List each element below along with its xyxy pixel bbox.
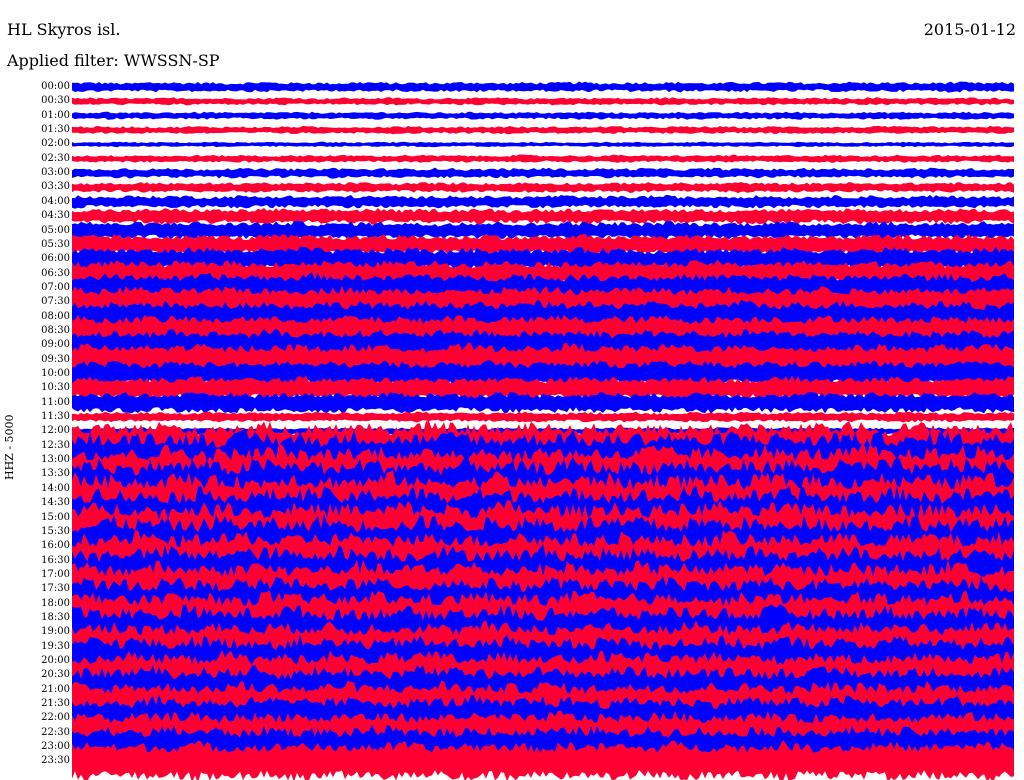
time-tick-label: 14:30 <box>41 497 70 509</box>
trace-line <box>72 411 1014 423</box>
time-tick-label: 04:30 <box>41 210 70 222</box>
time-tick-label: 17:00 <box>41 568 70 580</box>
time-tick-label: 08:30 <box>41 324 70 336</box>
time-tick-label: 06:00 <box>41 253 70 265</box>
time-tick-label: 01:30 <box>41 124 70 136</box>
time-tick-label: 02:00 <box>41 138 70 150</box>
trace-line <box>72 182 1014 194</box>
time-tick-label: 23:30 <box>41 755 70 767</box>
time-tick-label: 18:30 <box>41 611 70 623</box>
time-tick-label: 22:00 <box>41 712 70 724</box>
time-tick-label: 16:30 <box>41 554 70 566</box>
time-tick-label: 03:00 <box>41 167 70 179</box>
trace-line <box>72 194 1014 209</box>
time-tick-label: 19:30 <box>41 640 70 652</box>
time-tick-label: 05:30 <box>41 238 70 250</box>
time-tick-label: 17:30 <box>41 583 70 595</box>
time-tick-label: 12:00 <box>41 425 70 437</box>
time-tick-label: 21:30 <box>41 698 70 710</box>
time-tick-label: 00:30 <box>41 95 70 107</box>
time-tick-label: 22:30 <box>41 726 70 738</box>
time-tick-label: 10:00 <box>41 368 70 379</box>
time-tick-label: 11:00 <box>41 396 70 408</box>
time-tick-label: 03:30 <box>41 181 70 193</box>
trace-line <box>72 391 1014 414</box>
time-tick-label: 20:30 <box>41 669 70 681</box>
time-axis: 00:00 00:30 01:00 01:30 02:00 02:30 03:00 03:30… <box>0 0 70 780</box>
time-tick-label: 11:30 <box>41 411 70 423</box>
trace-line <box>72 97 1014 106</box>
time-tick-label: 14:00 <box>41 482 70 494</box>
trace-line <box>72 125 1014 135</box>
time-tick-label: 23:00 <box>41 741 70 753</box>
time-tick-label: 08:00 <box>41 310 70 322</box>
time-tick-label: 05:00 <box>41 224 70 236</box>
trace-line <box>72 154 1014 163</box>
time-tick-label: 06:30 <box>41 267 70 279</box>
time-tick-label: 19:00 <box>41 626 70 638</box>
time-tick-label: 02:30 <box>41 152 70 164</box>
time-tick-label: 07:00 <box>41 281 70 293</box>
time-tick-label: 09:00 <box>41 339 70 351</box>
time-tick-label: 00:00 <box>41 81 70 92</box>
time-tick-label: 07:30 <box>41 296 70 308</box>
time-tick-label: 15:00 <box>41 511 70 523</box>
time-tick-label: 12:30 <box>41 439 70 451</box>
trace-line <box>72 81 1014 93</box>
trace-line <box>72 208 1014 225</box>
time-tick-label: 15:30 <box>41 525 70 537</box>
time-tick-label: 01:00 <box>41 109 70 121</box>
trace-line <box>72 141 1014 148</box>
time-tick-label: 04:00 <box>41 195 70 207</box>
trace-line <box>72 167 1014 179</box>
time-tick-label: 09:30 <box>41 353 70 365</box>
trace-line <box>72 111 1014 120</box>
time-tick-label: 10:30 <box>41 382 70 394</box>
time-tick-label: 13:00 <box>41 454 70 466</box>
time-tick-label: 18:00 <box>41 597 70 609</box>
seismogram-plot <box>72 81 1014 780</box>
time-tick-label: 13:30 <box>41 468 70 480</box>
time-tick-label: 20:00 <box>41 655 70 666</box>
time-tick-label: 21:00 <box>41 683 70 695</box>
time-tick-label: 16:00 <box>41 540 70 552</box>
